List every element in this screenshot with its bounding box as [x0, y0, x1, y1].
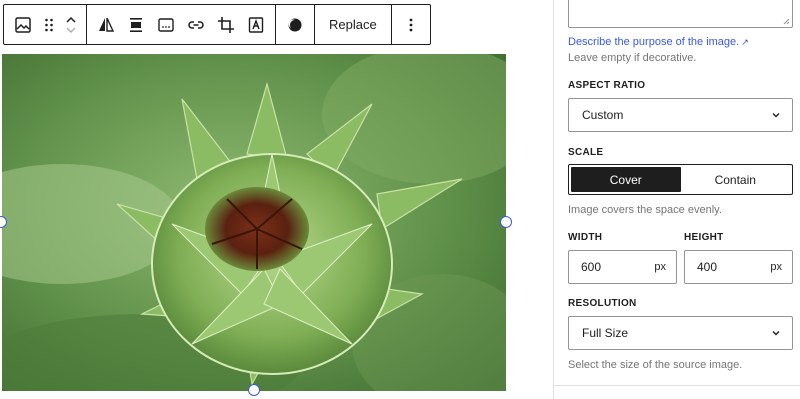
duotone-button[interactable]	[91, 7, 121, 43]
toolbar-group-filter	[276, 5, 315, 44]
text-overlay-button[interactable]	[241, 7, 271, 43]
height-input[interactable]: 400 px	[684, 250, 793, 284]
aspect-ratio-select[interactable]: Custom	[568, 98, 793, 132]
block-mover	[60, 7, 82, 43]
apply-filter-button[interactable]	[280, 7, 310, 43]
scale-help: Image covers the space evenly.	[568, 204, 722, 216]
toolbar-group-more	[392, 5, 430, 44]
more-options-button[interactable]	[396, 7, 426, 43]
link-icon	[188, 20, 204, 29]
alt-text-textarea[interactable]	[568, 0, 793, 28]
alt-text-button[interactable]	[151, 7, 181, 43]
settings-sidebar: Describe the purpose of the image. ↗ Leav…	[553, 0, 800, 399]
scale-option-cover[interactable]: Cover	[571, 167, 681, 192]
alt-text-icon	[158, 17, 174, 32]
scale-option-contain[interactable]: Contain	[681, 167, 791, 192]
move-down-icon[interactable]	[65, 25, 77, 35]
sunflower-bud-image	[2, 54, 506, 391]
resolution-label: RESOLUTION	[568, 298, 637, 309]
height-value: 400	[697, 260, 718, 274]
aspect-ratio-value: Custom	[582, 108, 624, 122]
width-label: WIDTH	[568, 232, 603, 243]
resize-grip-icon	[783, 18, 790, 25]
resolution-select[interactable]: Full Size	[568, 316, 793, 350]
toolbar-group-tools	[87, 5, 276, 44]
replace-button[interactable]: Replace	[319, 7, 387, 43]
drag-handle-button[interactable]	[38, 7, 60, 43]
image-icon	[15, 16, 31, 33]
duotone-icon	[99, 17, 115, 32]
align-button[interactable]	[121, 7, 151, 43]
scale-toggle-group: Cover Contain	[568, 164, 793, 195]
move-up-icon[interactable]	[65, 15, 77, 25]
height-label: HEIGHT	[684, 232, 724, 243]
width-value: 600	[581, 260, 602, 274]
resolution-help: Select the size of the source image.	[568, 359, 743, 371]
external-link-icon: ↗	[741, 37, 749, 47]
block-toolbar: Replace	[3, 4, 431, 45]
text-overlay-icon	[248, 16, 264, 33]
aspect-ratio-label: ASPECT RATIO	[568, 80, 646, 91]
toolbar-group-replace: Replace	[315, 5, 392, 44]
chevron-down-icon	[772, 331, 780, 336]
link-button[interactable]	[181, 7, 211, 43]
crop-button[interactable]	[211, 7, 241, 43]
crop-icon	[218, 16, 234, 33]
describe-purpose-link-text: Describe the purpose of the image.	[568, 36, 740, 48]
more-options-icon	[409, 18, 413, 31]
apply-filter-icon	[288, 18, 302, 31]
align-icon	[130, 17, 142, 32]
resolution-value: Full Size	[582, 326, 629, 340]
width-input[interactable]: 600 px	[568, 250, 677, 284]
panel-divider	[554, 385, 800, 386]
image-block[interactable]	[2, 54, 506, 391]
describe-purpose-link[interactable]: Describe the purpose of the image. ↗	[568, 36, 749, 48]
drag-handle-icon	[45, 18, 53, 31]
editor-canvas: Replace	[0, 0, 553, 399]
chevron-down-icon	[772, 113, 780, 118]
alt-text-help: Leave empty if decorative.	[568, 52, 697, 64]
width-unit: px	[654, 261, 666, 273]
scale-label: SCALE	[568, 147, 604, 158]
image-block-type-button[interactable]	[8, 7, 38, 43]
toolbar-group-block	[4, 5, 87, 44]
height-unit: px	[770, 261, 782, 273]
resize-handle-right[interactable]	[500, 216, 512, 228]
resize-handle-bottom[interactable]	[248, 384, 260, 396]
